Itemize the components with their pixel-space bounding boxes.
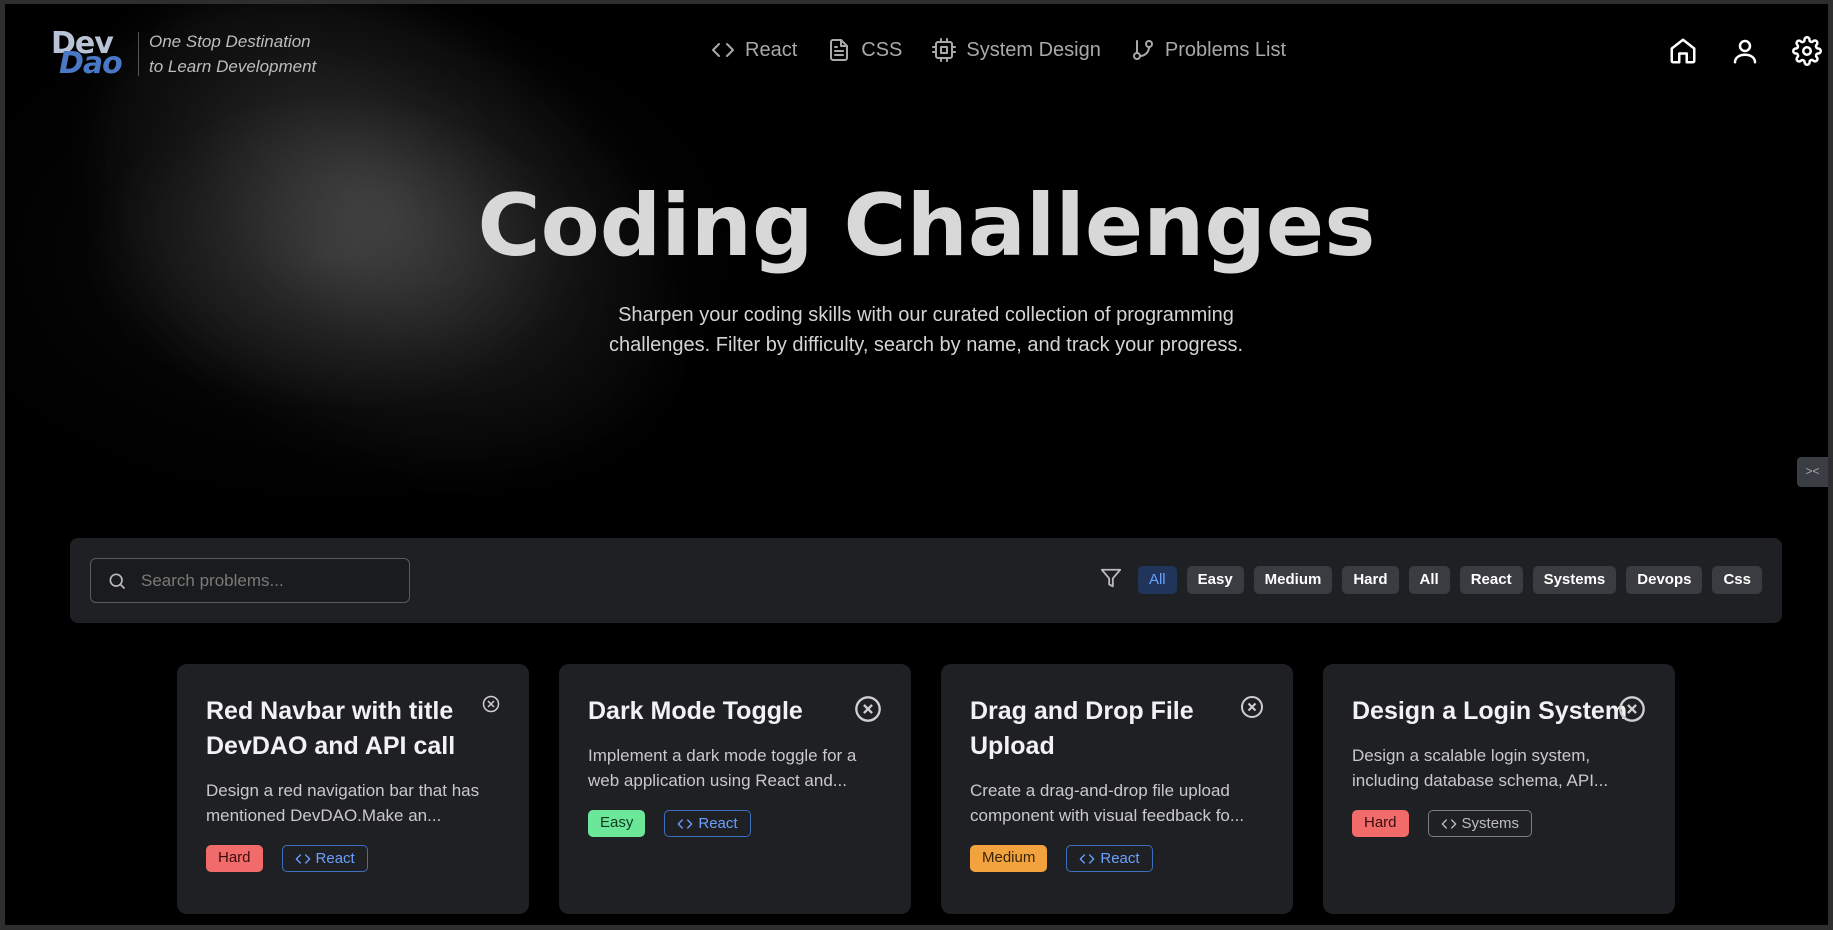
devdao-logo[interactable]: Dev Dao bbox=[51, 26, 131, 81]
chip-difficulty-all[interactable]: All bbox=[1137, 566, 1177, 594]
code-icon bbox=[295, 853, 310, 864]
logo-dao-text: Dao bbox=[59, 46, 123, 81]
category-badge: Systems bbox=[1427, 810, 1533, 837]
nav-item-label: CSS bbox=[861, 38, 903, 61]
cpu-icon bbox=[932, 38, 957, 62]
settings-gear-icon[interactable] bbox=[1792, 36, 1822, 66]
chip-css[interactable]: Css bbox=[1712, 566, 1762, 594]
tagline: One Stop Destination to Learn Developmen… bbox=[149, 29, 316, 79]
chip-category-all[interactable]: All bbox=[1408, 566, 1450, 594]
category-badge: React bbox=[664, 810, 751, 837]
chip-hard[interactable]: Hard bbox=[1342, 566, 1399, 594]
nav-item-problems-list[interactable]: Problems List bbox=[1131, 38, 1286, 62]
search-icon bbox=[109, 573, 126, 589]
nav-item-system-design[interactable]: System Design bbox=[932, 38, 1101, 62]
home-icon[interactable] bbox=[1668, 36, 1698, 66]
chip-devops[interactable]: Devops bbox=[1626, 566, 1703, 594]
difficulty-badge: Hard bbox=[1352, 810, 1409, 837]
card-description: Create a drag-and-drop file upload compo… bbox=[970, 781, 1245, 825]
card-tags: Easy React bbox=[588, 810, 881, 837]
nav-item-label: React bbox=[745, 38, 798, 61]
category-label: React bbox=[315, 849, 355, 867]
close-circle-icon[interactable] bbox=[1240, 695, 1264, 724]
filter-bar: All Easy Medium Hard All React Systems D… bbox=[70, 538, 1782, 623]
nav-item-css[interactable]: CSS bbox=[827, 38, 902, 62]
document-icon bbox=[830, 39, 849, 61]
chip-medium[interactable]: Medium bbox=[1253, 566, 1333, 594]
chip-react[interactable]: React bbox=[1459, 566, 1523, 594]
user-icon[interactable] bbox=[1730, 36, 1760, 66]
challenge-card[interactable]: Design a Login System Design a scalable … bbox=[1323, 664, 1675, 914]
category-label: React bbox=[1100, 849, 1140, 867]
chip-systems[interactable]: Systems bbox=[1532, 566, 1617, 594]
card-description: Design a red navigation bar that has men… bbox=[206, 781, 480, 825]
nav-item-label: Problems List bbox=[1164, 38, 1287, 61]
challenge-card-list: Red Navbar with title DevDAO and API cal… bbox=[177, 664, 1675, 914]
nav-item-react[interactable]: React bbox=[711, 38, 797, 62]
filter-icon-wrap bbox=[1100, 567, 1128, 594]
code-icon bbox=[712, 43, 734, 57]
top-navbar: Dev Dao One Stop Destination to Learn De… bbox=[5, 4, 1828, 102]
page-title: Coding Challenges bbox=[477, 176, 1376, 276]
card-tags: Medium React bbox=[970, 845, 1263, 872]
side-panel-toggle[interactable]: >< bbox=[1797, 457, 1828, 487]
category-label: Systems bbox=[1461, 814, 1520, 832]
code-icon bbox=[1441, 818, 1456, 829]
header-actions bbox=[1668, 36, 1822, 66]
card-title: Design a Login System bbox=[1352, 697, 1628, 725]
card-title: Dark Mode Toggle bbox=[588, 697, 803, 725]
main-nav: React CSS System Design Problems List bbox=[711, 38, 1286, 62]
card-tags: Hard React bbox=[206, 845, 499, 872]
difficulty-badge: Medium bbox=[970, 845, 1048, 872]
challenge-card[interactable]: Dark Mode Toggle Implement a dark mode t… bbox=[559, 664, 911, 914]
challenge-card[interactable]: Drag and Drop File Upload Create a drag-… bbox=[941, 664, 1293, 914]
search-box bbox=[90, 558, 410, 603]
difficulty-badge: Hard bbox=[206, 845, 263, 872]
logo-divider bbox=[138, 32, 139, 76]
code-icon bbox=[1080, 853, 1095, 864]
card-tags: Hard Systems bbox=[1352, 810, 1645, 837]
chip-easy[interactable]: Easy bbox=[1186, 566, 1244, 594]
card-title: Drag and Drop File Upload bbox=[970, 697, 1194, 760]
nav-item-label: System Design bbox=[966, 38, 1101, 61]
card-title: Red Navbar with title DevDAO and API cal… bbox=[206, 697, 456, 760]
card-description: Design a scalable login system, includin… bbox=[1352, 746, 1609, 790]
git-branch-icon bbox=[1132, 40, 1153, 60]
filter-funnel-icon bbox=[1100, 568, 1122, 587]
code-icon bbox=[678, 818, 693, 829]
app-frame: Dev Dao One Stop Destination to Learn De… bbox=[0, 0, 1833, 930]
tagline-line-2: to Learn Development bbox=[149, 57, 317, 76]
difficulty-badge: Easy bbox=[588, 810, 646, 837]
page-subtitle: Sharpen your coding skills with our cura… bbox=[609, 304, 1243, 356]
filter-chips: All Easy Medium Hard All React Systems D… bbox=[1100, 566, 1762, 594]
close-circle-icon[interactable] bbox=[1618, 695, 1646, 728]
search-input[interactable] bbox=[141, 570, 401, 591]
challenge-card[interactable]: Red Navbar with title DevDAO and API cal… bbox=[177, 664, 529, 914]
category-badge: React bbox=[281, 845, 368, 872]
category-badge: React bbox=[1066, 845, 1153, 872]
close-circle-icon[interactable] bbox=[854, 695, 882, 728]
close-circle-icon[interactable] bbox=[482, 695, 500, 718]
category-label: React bbox=[698, 814, 738, 832]
tagline-line-1: One Stop Destination bbox=[149, 32, 311, 51]
card-description: Implement a dark mode toggle for a web a… bbox=[588, 746, 857, 790]
